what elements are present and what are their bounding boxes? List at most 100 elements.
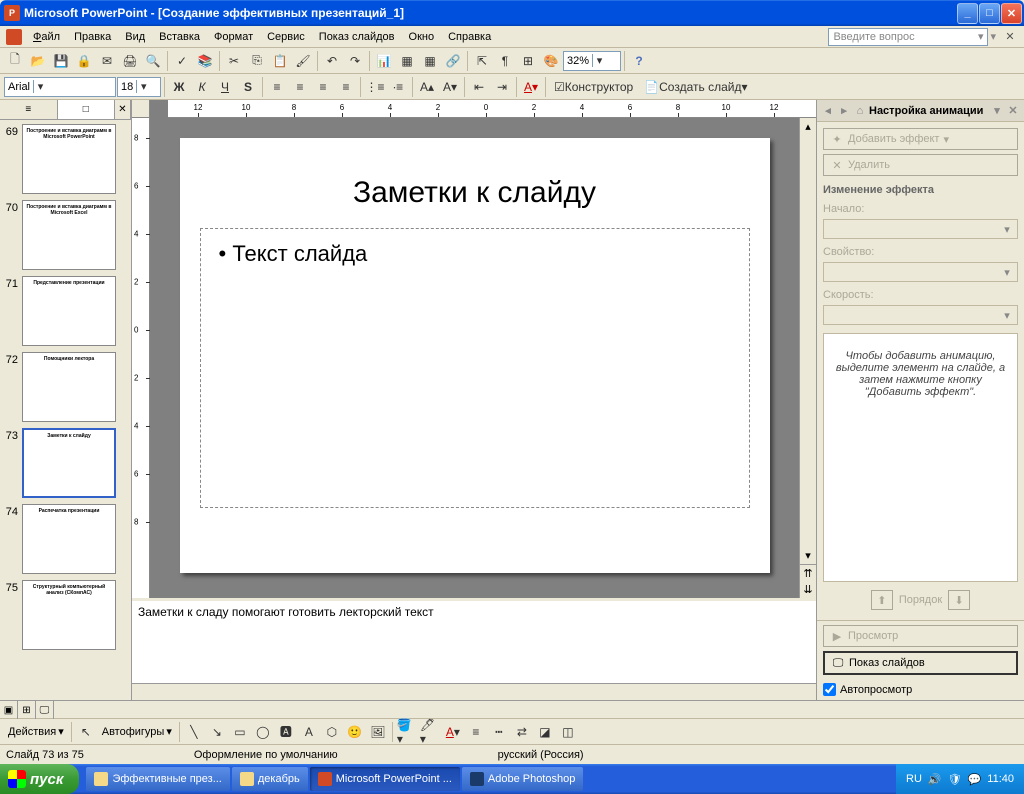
taskbar-task[interactable]: декабрь [232,767,308,791]
tray-lang[interactable]: RU [906,773,922,785]
order-up-button[interactable]: ⬆ [871,590,893,610]
taskpane-close-button[interactable]: ✕ [1006,104,1020,118]
sorter-view-button[interactable]: ⊞ [18,701,36,719]
font-color-button2[interactable]: A▾ [442,721,464,743]
zoom-combo[interactable]: 32%▾ [563,51,621,71]
line-color-button[interactable]: 🖊▾ [419,721,441,743]
line-button[interactable]: ╲ [183,721,205,743]
email-button[interactable]: ✉ [96,50,118,72]
clipart-button[interactable]: 🙂 [344,721,366,743]
show-formatting-button[interactable]: ¶ [494,50,516,72]
align-right-button[interactable]: ≡ [312,76,334,98]
slides-tab[interactable]: □ [58,100,116,119]
next-slide-button[interactable]: ⇊ [800,581,816,598]
diagram-button[interactable]: ⬡ [321,721,343,743]
taskpane-fwd-button[interactable]: ▸ [837,104,851,118]
dash-style-button[interactable]: ┅ [488,721,510,743]
add-effect-button[interactable]: ✦Добавить эффект ▾ [823,128,1018,150]
slide-thumbnail[interactable]: Заметки к слайду [22,428,116,498]
menu-format[interactable]: Формат [207,28,260,46]
align-justify-button[interactable]: ≡ [335,76,357,98]
taskpane-back-button[interactable]: ◂ [821,104,835,118]
slideshow-view-button[interactable]: 🖵 [36,701,54,719]
new-button[interactable]: 🗋 [4,50,26,72]
taskbar-task[interactable]: Adobe Photoshop [462,767,583,791]
tray-icon-2[interactable]: 🛡 [948,773,962,786]
spellcheck-button[interactable]: ✓ [171,50,193,72]
rectangle-button[interactable]: ▭ [229,721,251,743]
slide-thumbnail[interactable]: Структурный компьютерный анализ (СКомпАС… [22,580,116,650]
increase-font-button[interactable]: A▴ [416,76,438,98]
tray-time[interactable]: 11:40 [987,773,1014,785]
notes-pane[interactable]: Заметки к сладу помогают готовить лектор… [132,598,816,683]
start-combo[interactable]: ▾ [823,219,1018,239]
doc-control-icon[interactable] [6,29,22,45]
color-button[interactable]: 🎨 [540,50,562,72]
fill-color-button[interactable]: 🪣▾ [396,721,418,743]
decrease-indent-button[interactable]: ⇤ [468,76,490,98]
tray-icon-1[interactable]: 🔊 [928,773,942,786]
slide-thumbnail[interactable]: Распечатка презентации [22,504,116,574]
redo-button[interactable]: ↷ [344,50,366,72]
menu-tools[interactable]: Сервис [260,28,312,46]
slide-canvas[interactable]: Заметки к слайду Текст слайда [150,118,799,598]
font-combo[interactable]: Arial▾ [4,77,116,97]
align-center-button[interactable]: ≡ [289,76,311,98]
save-button[interactable]: 💾 [50,50,72,72]
preview-button[interactable]: 🔍 [142,50,164,72]
increase-indent-button[interactable]: ⇥ [491,76,513,98]
textbox-button[interactable]: 🅰 [275,721,297,743]
autoshapes-menu[interactable]: Автофигуры ▾ [98,725,176,738]
menu-view[interactable]: Вид [118,28,152,46]
open-button[interactable]: 📂 [27,50,49,72]
grid-button[interactable]: ⊞ [517,50,539,72]
cut-button[interactable]: ✂ [223,50,245,72]
actions-menu[interactable]: Действия ▾ [4,725,68,738]
preview-button[interactable]: ▶Просмотр [823,625,1018,647]
picture-button[interactable]: 🖼 [367,721,389,743]
tray-icon-3[interactable]: 💬 [968,773,982,786]
wordart-button[interactable]: A [298,721,320,743]
menu-insert[interactable]: Вставка [152,28,207,46]
slide-body[interactable]: Текст слайда [200,228,750,508]
shadow-button[interactable]: S [237,76,259,98]
shadow-style-button[interactable]: ◪ [534,721,556,743]
fontsize-combo[interactable]: 18▾ [117,77,161,97]
chart-button[interactable]: 📊 [373,50,395,72]
start-button[interactable]: пуск [0,764,79,794]
taskpane-home-button[interactable]: ⌂ [853,104,867,118]
prev-slide-button[interactable]: ⇈ [800,564,816,581]
decrease-font-button[interactable]: A▾ [439,76,461,98]
slide-bullet[interactable]: Текст слайда [219,241,731,267]
normal-view-button[interactable]: ▣ [0,701,18,719]
menu-edit[interactable]: Правка [67,28,118,46]
thumbs-close-button[interactable]: ✕ [115,100,131,119]
align-left-button[interactable]: ≡ [266,76,288,98]
new-slide-button[interactable]: 📄 Создать слайд ▾ [639,76,752,98]
taskpane-menu-button[interactable]: ▾ [990,104,1004,118]
font-color-button[interactable]: A▾ [520,76,542,98]
taskbar-task[interactable]: Эффективные през... [86,767,229,791]
paste-button[interactable]: 📋 [269,50,291,72]
print-button[interactable]: 🖨 [119,50,141,72]
delete-effect-button[interactable]: ✕Удалить [823,154,1018,176]
pointer-button[interactable]: ↖ [75,721,97,743]
vertical-scrollbar[interactable] [800,135,816,547]
underline-button[interactable]: Ч [214,76,236,98]
undo-button[interactable]: ↶ [321,50,343,72]
horizontal-scrollbar[interactable] [132,684,816,700]
help-button[interactable]: ? [628,50,650,72]
order-down-button[interactable]: ⬇ [948,590,970,610]
maximize-button[interactable]: □ [979,3,1000,24]
scroll-up-button[interactable]: ▴ [800,118,816,135]
oval-button[interactable]: ◯ [252,721,274,743]
close-button[interactable]: ✕ [1001,3,1022,24]
slide-thumbnail[interactable]: Построение и вставка диаграмм в Microsof… [22,200,116,270]
taskbar-task[interactable]: Microsoft PowerPoint ... [310,767,460,791]
scroll-down-button[interactable]: ▾ [800,547,816,564]
slide-thumbnail[interactable]: Построение и вставка диаграмм в Microsof… [22,124,116,194]
menu-help[interactable]: Справка [441,28,498,46]
hyperlink-button[interactable]: 🔗 [442,50,464,72]
table-button[interactable]: ▦ [396,50,418,72]
menu-file[interactable]: Файл [26,28,67,46]
